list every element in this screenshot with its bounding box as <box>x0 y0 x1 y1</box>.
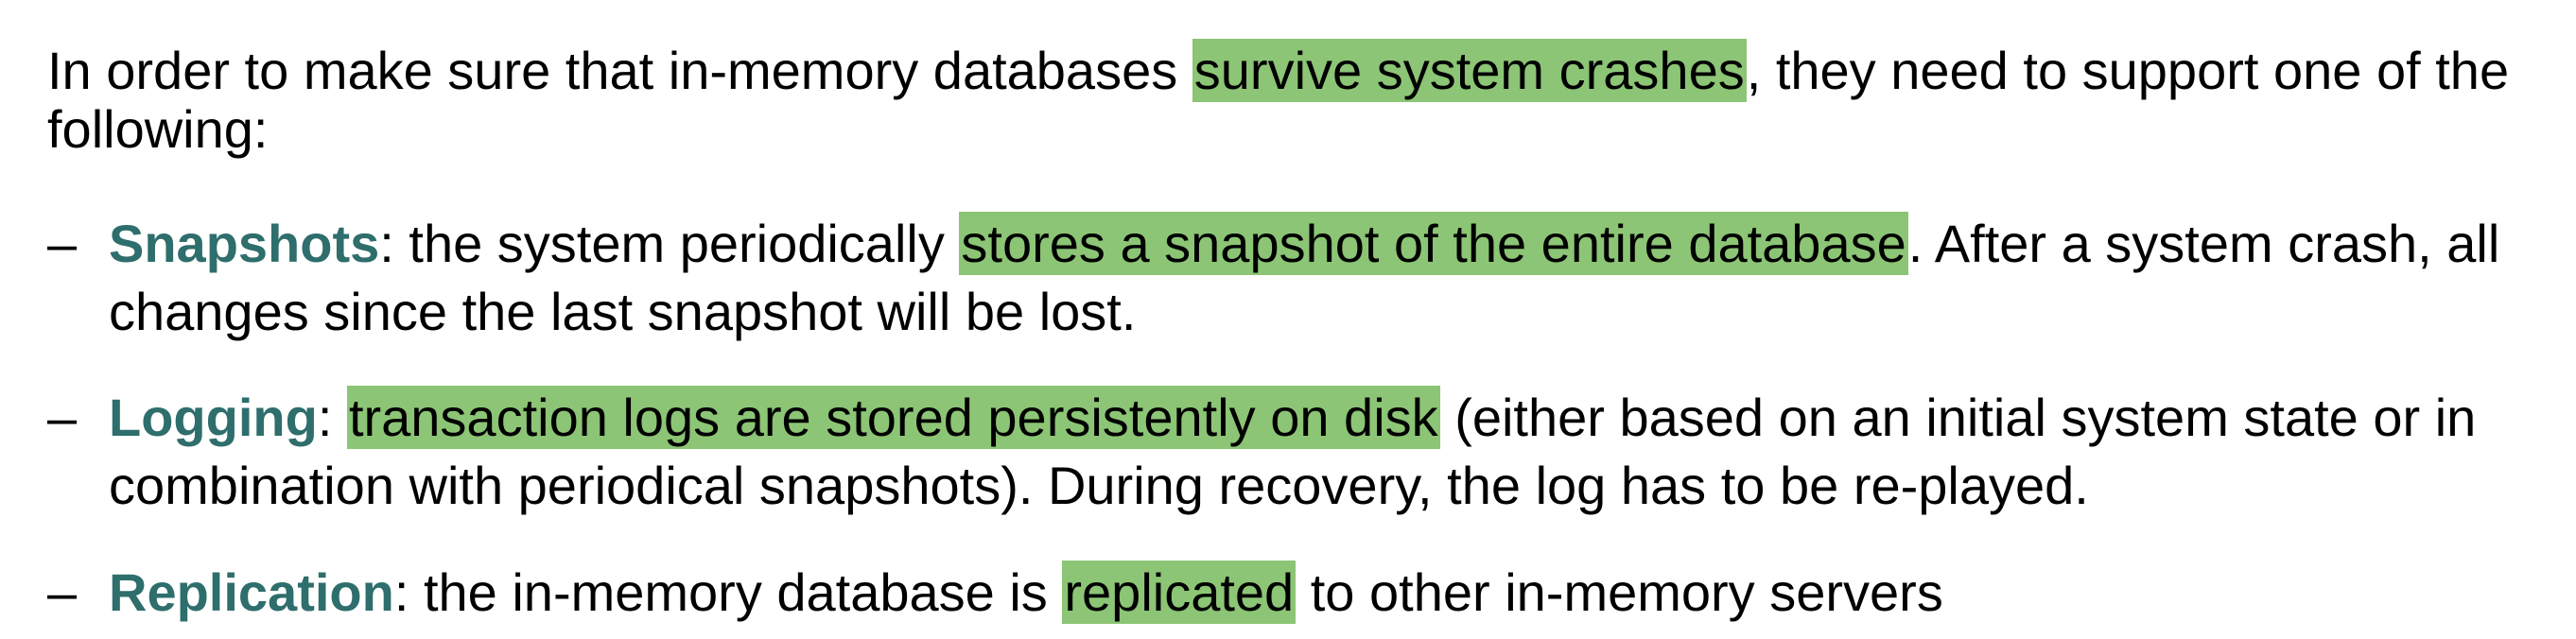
bullet-text-before: : <box>317 388 347 447</box>
bullet-snapshots: – Snapshots: the system periodically sto… <box>47 210 2525 346</box>
bullet-highlight: transaction logs are stored persistently… <box>346 386 1440 449</box>
bullet-dash: – <box>47 562 78 622</box>
slide-content: In order to make sure that in-memory dat… <box>0 0 2576 639</box>
bullet-text-before: : the system periodically <box>379 214 960 273</box>
bullet-logging: – Logging: transaction logs are stored p… <box>47 384 2525 520</box>
bullet-replication: – Replication: the in-memory database is… <box>47 559 2525 627</box>
bullet-text-after: to other in-memory servers <box>1296 562 1943 622</box>
intro-text-before: In order to make sure that in-memory dat… <box>47 41 1192 100</box>
bullet-dash: – <box>47 214 78 273</box>
intro-paragraph: In order to make sure that in-memory dat… <box>47 39 2525 159</box>
bullet-text: Logging: transaction logs are stored per… <box>109 384 2525 520</box>
bullet-text-before: : the in-memory database is <box>393 562 1063 622</box>
bullet-highlight: replicated <box>1062 561 1297 624</box>
bullet-highlight: stores a snapshot of the entire database <box>959 212 1908 275</box>
bullet-term: Replication <box>109 562 394 622</box>
bullet-term: Logging <box>109 388 318 447</box>
bullet-term: Snapshots <box>109 214 380 273</box>
intro-highlight: survive system crashes <box>1192 39 1747 102</box>
bullet-text: Replication: the in-memory database is r… <box>109 559 2525 627</box>
bullet-text: Snapshots: the system periodically store… <box>109 210 2525 346</box>
bullet-dash: – <box>47 388 78 447</box>
